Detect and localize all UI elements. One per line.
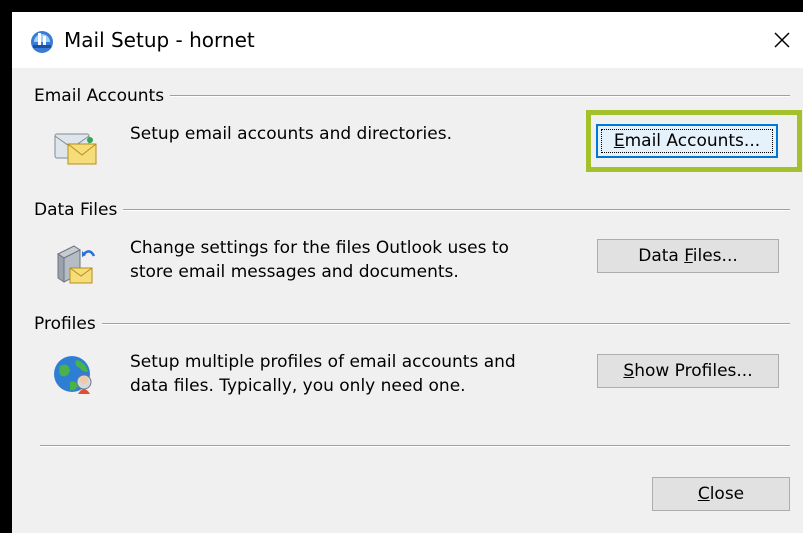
focus-rect: [601, 129, 773, 153]
data-files-button-label: Data Files...: [638, 246, 738, 266]
profiles-globe-icon: [54, 356, 92, 394]
email-accounts-header: Email Accounts: [34, 86, 165, 106]
divider: [170, 95, 790, 97]
data-files-description: Change settings for the files Outlook us…: [130, 238, 509, 282]
show-profiles-button[interactable]: Show Profiles...: [597, 354, 779, 388]
divider: [123, 209, 790, 211]
data-files-group: Data Files: [34, 199, 790, 221]
window-title: Mail Setup - hornet: [64, 28, 255, 52]
divider: [101, 323, 790, 325]
profiles-description: Setup multiple profiles of email account…: [130, 352, 516, 396]
close-button[interactable]: Close: [652, 477, 790, 511]
mail-setup-icon: [31, 31, 53, 53]
close-window-button[interactable]: [761, 18, 803, 62]
mail-setup-dialog: Mail Setup - hornet Email Accounts Setup…: [12, 12, 803, 533]
close-button-label: Close: [697, 484, 745, 504]
show-profiles-button-label: Show Profiles...: [623, 361, 753, 381]
email-accounts-description: Setup email accounts and directories.: [130, 124, 452, 144]
profiles-group: Profiles: [34, 313, 790, 335]
footer-divider: [40, 445, 790, 447]
email-envelope-icon: [54, 133, 97, 165]
data-files-button[interactable]: Data Files...: [597, 239, 779, 273]
close-icon: [774, 32, 790, 48]
data-files-header: Data Files: [34, 200, 118, 220]
email-accounts-group: Email Accounts: [34, 85, 790, 107]
title-bar: Mail Setup - hornet: [12, 12, 803, 68]
data-files-icon: [57, 245, 96, 284]
email-accounts-button[interactable]: Email Accounts...: [596, 124, 778, 158]
profiles-header: Profiles: [34, 314, 96, 334]
